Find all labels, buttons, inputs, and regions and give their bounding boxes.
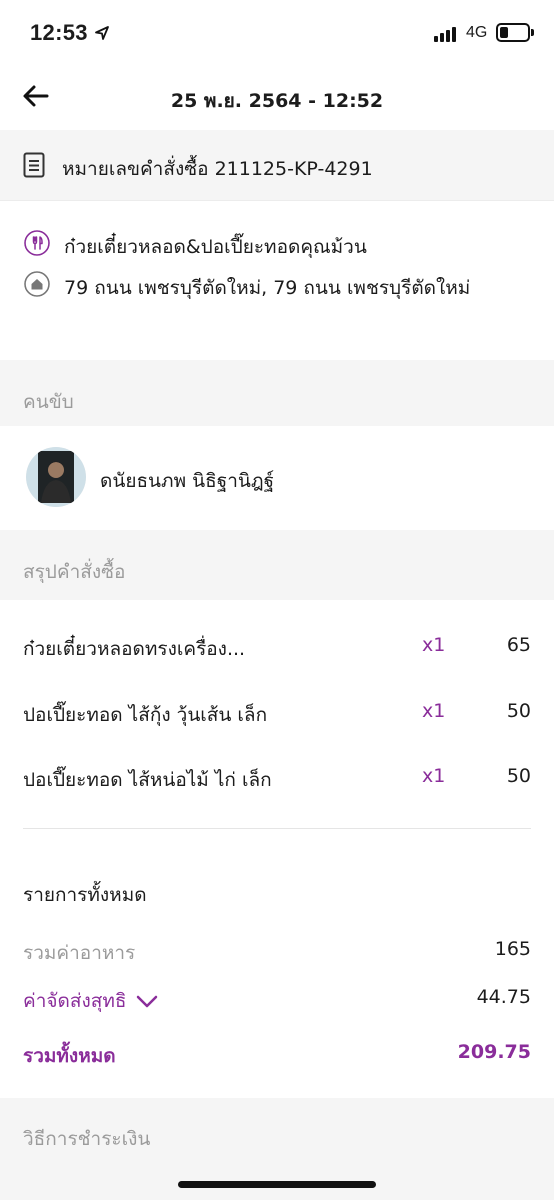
item-price: 50 [506, 700, 531, 722]
payment-section-title: วิธีการชำระเงิน [23, 1128, 151, 1150]
order-number-row: หมายเลขคำสั่งซื้อ 211125-KP-4291 [0, 130, 554, 200]
order-number: หมายเลขคำสั่งซื้อ 211125-KP-4291 [62, 158, 373, 180]
signal-icon [434, 26, 460, 42]
item-name: ก๋วยเตี๋ยวหลอดทรงเครื่อง... [23, 638, 246, 660]
location-arrow-icon [95, 26, 109, 40]
grand-total-value: 209.75 [457, 1041, 531, 1063]
summary-section-header: สรุปคำสั่งซื้อ [0, 530, 554, 600]
status-bar: 12:53 4G [0, 0, 554, 66]
battery-cap [531, 29, 534, 36]
item-qty: x1 [422, 634, 446, 656]
utensils-icon [24, 230, 50, 256]
item-qty: x1 [422, 700, 446, 722]
divider [23, 828, 531, 829]
delivery-address: 79 ถนน เพชรบุรีตัดใหม่, 79 ถนน เพชรบุรีต… [64, 277, 471, 299]
grand-total-row: รวมทั้งหมด 209.75 [0, 1041, 554, 1071]
food-total-row: รวมค่าอาหาร 165 [0, 938, 554, 968]
chevron-down-icon [137, 995, 158, 1007]
item-price: 65 [506, 634, 531, 656]
delivery-fee-toggle[interactable]: ค่าจัดส่งสุทธิ [23, 986, 158, 1016]
divider [0, 200, 554, 201]
food-total-value: 165 [494, 938, 531, 960]
avatar [26, 447, 86, 507]
list-item: ปอเปี๊ยะทอด ไส้กุ้ง วุ้นเส้น เล็ก x1 50 [0, 700, 554, 734]
nav-header: 25 พ.ย. 2564 - 12:52 [0, 66, 554, 130]
battery-icon [496, 23, 530, 42]
grand-total-label: รวมทั้งหมด [23, 1045, 116, 1067]
delivery-fee-value: 44.75 [476, 986, 531, 1008]
document-icon [23, 152, 45, 178]
page-title: 25 พ.ย. 2564 - 12:52 [170, 90, 384, 112]
driver-section-header: คนขับ [0, 360, 554, 426]
list-item: ปอเปี๊ยะทอด ไส้หน่อไม้ ไก่ เล็ก x1 50 [0, 765, 554, 799]
item-qty: x1 [422, 765, 446, 787]
home-indicator[interactable] [178, 1181, 376, 1188]
delivery-fee-row[interactable]: ค่าจัดส่งสุทธิ 44.75 [0, 986, 554, 1016]
driver-name: ดนัยธนภพ นิธิฐานิฎฐ์ [100, 470, 275, 492]
driver-section-title: คนขับ [23, 391, 74, 413]
network-type: 4G [466, 24, 488, 41]
item-name: ปอเปี๊ยะทอด ไส้กุ้ง วุ้นเส้น เล็ก [23, 704, 268, 726]
item-name: ปอเปี๊ยะทอด ไส้หน่อไม้ ไก่ เล็ก [23, 769, 272, 791]
restaurant-name: ก๋วยเตี๋ยวหลอด&ปอเปี๊ยะทอดคุณม้วน [64, 236, 367, 258]
item-price: 50 [506, 765, 531, 787]
home-icon [24, 271, 50, 297]
food-total-label: รวมค่าอาหาร [23, 942, 136, 964]
order-detail-screen: 12:53 4G 25 พ.ย. 2564 - 12:52 หมายเลขคำส… [0, 0, 554, 1200]
totals-title: รายการทั้งหมด [23, 884, 147, 906]
summary-section-title: สรุปคำสั่งซื้อ [23, 561, 126, 583]
list-item: ก๋วยเตี๋ยวหลอดทรงเครื่อง... x1 65 [0, 634, 554, 668]
delivery-fee-label: ค่าจัดส่งสุทธิ [23, 990, 127, 1012]
status-time: 12:53 [30, 20, 88, 45]
